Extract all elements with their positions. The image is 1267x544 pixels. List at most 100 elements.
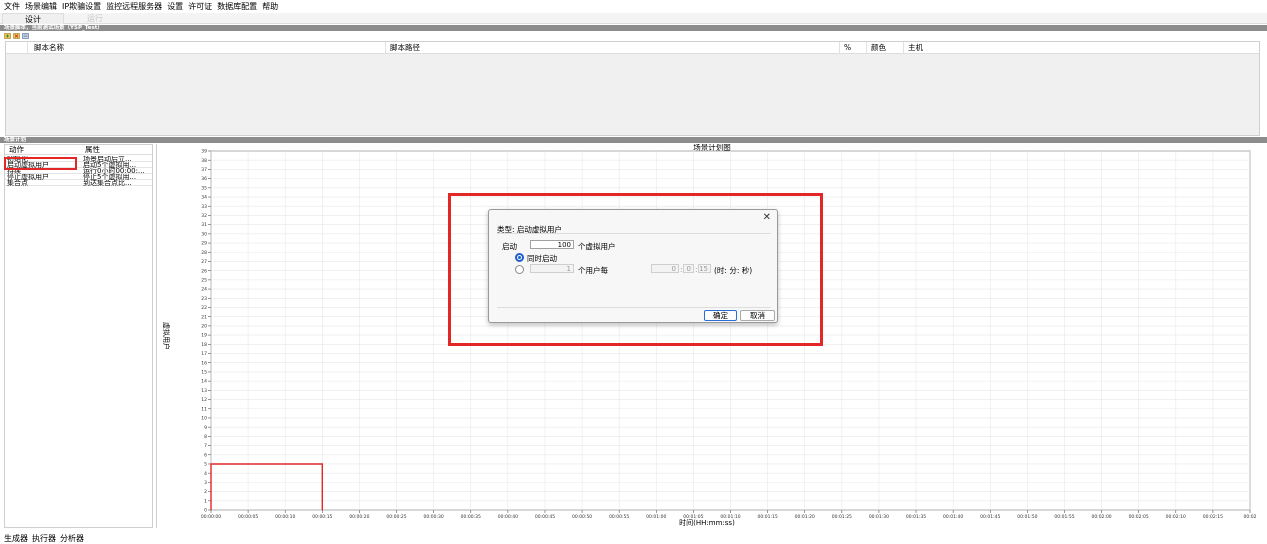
- minutes-input[interactable]: 0: [683, 264, 694, 273]
- x-tick-label: 00:01:20: [795, 514, 815, 520]
- y-tick-label: 21: [201, 314, 207, 320]
- selected-row-highlight: [4, 157, 77, 170]
- y-axis-label: 虚拟用户: [162, 322, 171, 350]
- y-tick-label: 4: [204, 471, 207, 477]
- y-tick-label: 15: [201, 370, 207, 376]
- y-tick-label: 17: [201, 351, 207, 357]
- close-icon[interactable]: ✕: [763, 212, 771, 223]
- x-tick-label: 00:00:25: [386, 514, 406, 520]
- ok-button[interactable]: 确定: [704, 310, 737, 321]
- dialog-footer-divider: [497, 307, 771, 308]
- menu-db-config[interactable]: 数据库配置: [217, 1, 257, 12]
- menu-help[interactable]: 帮助: [262, 1, 278, 12]
- tab-analyzer[interactable]: 分析器: [60, 533, 84, 544]
- col-color[interactable]: 颜色: [867, 42, 904, 54]
- y-tick-label: 9: [204, 425, 207, 431]
- time-unit-label: (时: 分: 秒): [714, 266, 753, 275]
- dialog-divider: [497, 233, 771, 234]
- x-tick-label: 00:00:00: [201, 514, 221, 520]
- series-line: [210, 463, 324, 510]
- hours-input[interactable]: 0: [651, 264, 679, 273]
- col-script-name[interactable]: 脚本名称: [28, 42, 386, 54]
- mode-tabs: 设计 运行: [0, 13, 1267, 24]
- menu-file[interactable]: 文件: [4, 1, 20, 12]
- y-tick-label: 19: [201, 333, 207, 339]
- y-tick-label: 1: [204, 498, 207, 504]
- per-user-unit: 个用户每: [578, 266, 608, 275]
- x-tick-label: 00:02: [1244, 514, 1257, 520]
- y-tick-label: 7: [204, 443, 207, 449]
- bottom-tabs: 生成器 执行器 分析器: [0, 532, 1267, 544]
- y-tick-label: 38: [201, 158, 207, 164]
- y-tick-label: 26: [201, 268, 207, 274]
- tab-generator[interactable]: 生成器: [4, 533, 28, 544]
- x-tick-label: 00:00:05: [238, 514, 258, 520]
- col-host[interactable]: 主机: [904, 42, 1259, 54]
- x-tick-label: 00:00:15: [312, 514, 332, 520]
- tab-run[interactable]: 运行: [64, 13, 126, 24]
- y-tick-label: 23: [201, 296, 207, 302]
- y-tick-label: 13: [201, 388, 207, 394]
- x-tick-label: 00:00:20: [349, 514, 369, 520]
- y-tick-label: 27: [201, 259, 207, 265]
- script-table: 脚本名称 脚本路径 % 颜色 主机: [5, 41, 1260, 136]
- y-tick-label: 11: [201, 406, 207, 412]
- plan-section-header: 场景计划: [0, 137, 1267, 143]
- start-vusers-dialog: ✕ 类型: 启动虚拟用户 启动 100 个虚拟用户 同时启动 1 个用户每 0 …: [488, 209, 778, 323]
- y-tick-label: 10: [201, 416, 207, 422]
- y-tick-label: 36: [201, 176, 207, 182]
- x-tick-label: 00:00:10: [275, 514, 295, 520]
- gradual-radio[interactable]: [515, 265, 524, 274]
- script-toolbar: [0, 31, 1267, 40]
- y-tick-label: 35: [201, 185, 207, 191]
- col-action[interactable]: 动作: [7, 145, 24, 155]
- x-tick-label: 00:02:00: [1091, 514, 1111, 520]
- col-script-path[interactable]: 脚本路径: [386, 42, 840, 54]
- start-count-input[interactable]: 100: [530, 240, 574, 249]
- simultaneous-radio[interactable]: [515, 253, 524, 262]
- y-tick-label: 20: [201, 323, 207, 329]
- x-tick-label: 00:01:35: [906, 514, 926, 520]
- y-tick-label: 39: [201, 149, 207, 155]
- plan-row[interactable]: 集合点 到达集合点比...: [5, 180, 152, 186]
- gradual-count-input[interactable]: 1: [530, 264, 574, 273]
- start-label: 启动: [502, 242, 517, 251]
- y-tick-label: 33: [201, 204, 207, 210]
- menu-monitor-servers[interactable]: 监控远程服务器: [106, 1, 162, 12]
- menu-settings[interactable]: 设置: [167, 1, 183, 12]
- x-tick-label: 00:00:40: [498, 514, 518, 520]
- y-tick-label: 16: [201, 360, 207, 366]
- y-tick-label: 32: [201, 213, 207, 219]
- add-script-icon[interactable]: [4, 32, 11, 39]
- y-tick-label: 8: [204, 434, 207, 440]
- y-tick-label: 22: [201, 305, 207, 311]
- cancel-button[interactable]: 取消: [740, 310, 775, 321]
- y-tick-label: 0: [204, 508, 207, 514]
- y-tick-label: 28: [201, 250, 207, 256]
- menu-ip-spoof[interactable]: IP欺骗设置: [62, 1, 101, 12]
- plan-grid: 动作 属性 初始化 场景启动后立... 启动虚拟用户 启动5个虚拟用... 持续 运行…: [4, 144, 153, 528]
- y-tick-label: 31: [201, 222, 207, 228]
- y-tick-label: 30: [201, 231, 207, 237]
- tab-executor[interactable]: 执行器: [32, 533, 56, 544]
- tab-design[interactable]: 设计: [2, 13, 64, 24]
- y-tick-label: 14: [201, 379, 207, 385]
- remove-script-icon[interactable]: [13, 32, 20, 39]
- x-tick-label: 00:01:55: [1054, 514, 1074, 520]
- menu-license[interactable]: 许可证: [188, 1, 212, 12]
- y-tick-label: 34: [201, 195, 207, 201]
- x-tick-label: 00:00:50: [572, 514, 592, 520]
- seconds-input[interactable]: 15: [698, 264, 711, 273]
- col-property[interactable]: 属性: [83, 145, 100, 155]
- x-tick-label: 00:01:00: [646, 514, 666, 520]
- x-tick-label: 00:01:25: [832, 514, 852, 520]
- x-tick-label: 00:02:10: [1166, 514, 1186, 520]
- y-tick-label: 12: [201, 397, 207, 403]
- x-tick-label: 00:01:40: [943, 514, 963, 520]
- script-table-header: 脚本名称 脚本路径 % 颜色 主机: [6, 42, 1259, 54]
- menu-scenario-edit[interactable]: 场景编辑: [25, 1, 57, 12]
- script-details-icon[interactable]: [22, 32, 29, 39]
- col-percent[interactable]: %: [840, 42, 867, 54]
- vusers-unit: 个虚拟用户: [578, 242, 616, 251]
- x-tick-label: 00:01:15: [757, 514, 777, 520]
